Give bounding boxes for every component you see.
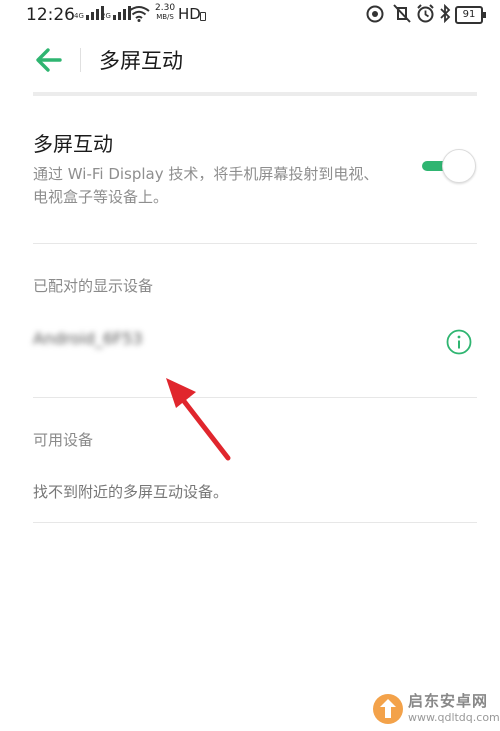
watermark-url: www.qdltdq.com <box>408 711 500 724</box>
hd-indicator: HD <box>178 5 201 23</box>
network-speed: 2.30 MB/S <box>155 4 175 22</box>
alarm-icon <box>417 4 434 23</box>
toggle-knob <box>442 149 476 183</box>
watermark: 启东安卓网 www.qdltdq.com <box>368 690 500 730</box>
paired-device-name: Android_6F53 <box>33 329 143 348</box>
section-divider <box>33 243 477 244</box>
watermark-logo-icon <box>373 694 403 724</box>
paired-device-item[interactable]: Android_6F53 <box>0 318 500 368</box>
network-type-1: 4G <box>74 12 84 20</box>
watermark-name: 启东安卓网 <box>408 692 489 710</box>
network-speed-value: 2.30 <box>155 3 176 13</box>
screen-record-icon <box>366 5 384 23</box>
title-divider <box>80 48 81 72</box>
vibrate-off-icon <box>393 4 411 23</box>
paired-devices-label: 已配对的显示设备 <box>33 277 154 295</box>
back-arrow-icon[interactable] <box>34 46 64 74</box>
wifi-icon <box>128 6 150 22</box>
status-bar: 12:26 4G 2G 2.30 MB/S HD 91 <box>0 0 500 30</box>
network-speed-unit: MB/S <box>156 13 174 21</box>
bluetooth-icon <box>440 4 451 23</box>
hd-indicator-icon <box>200 12 206 21</box>
battery-icon: 91 <box>455 6 486 24</box>
multi-screen-toggle[interactable] <box>422 149 476 183</box>
page-title: 多屏互动 <box>99 49 183 73</box>
info-icon[interactable] <box>446 329 472 355</box>
signal-2: 2G <box>101 6 131 20</box>
network-type-2: 2G <box>101 12 111 20</box>
no-devices-message: 找不到附近的多屏互动设备。 <box>33 483 229 501</box>
header-divider <box>33 92 477 96</box>
section-divider <box>33 397 477 398</box>
multi-screen-title: 多屏互动 <box>33 132 113 156</box>
annotation-arrow-icon <box>166 378 231 461</box>
section-divider <box>33 522 477 523</box>
multi-screen-description: 通过 Wi-Fi Display 技术，将手机屏幕投射到电视、电视盒子等设备上。 <box>33 165 379 206</box>
signal-1: 4G <box>74 6 104 20</box>
status-time: 12:26 <box>26 5 75 25</box>
available-devices-label: 可用设备 <box>33 431 94 449</box>
